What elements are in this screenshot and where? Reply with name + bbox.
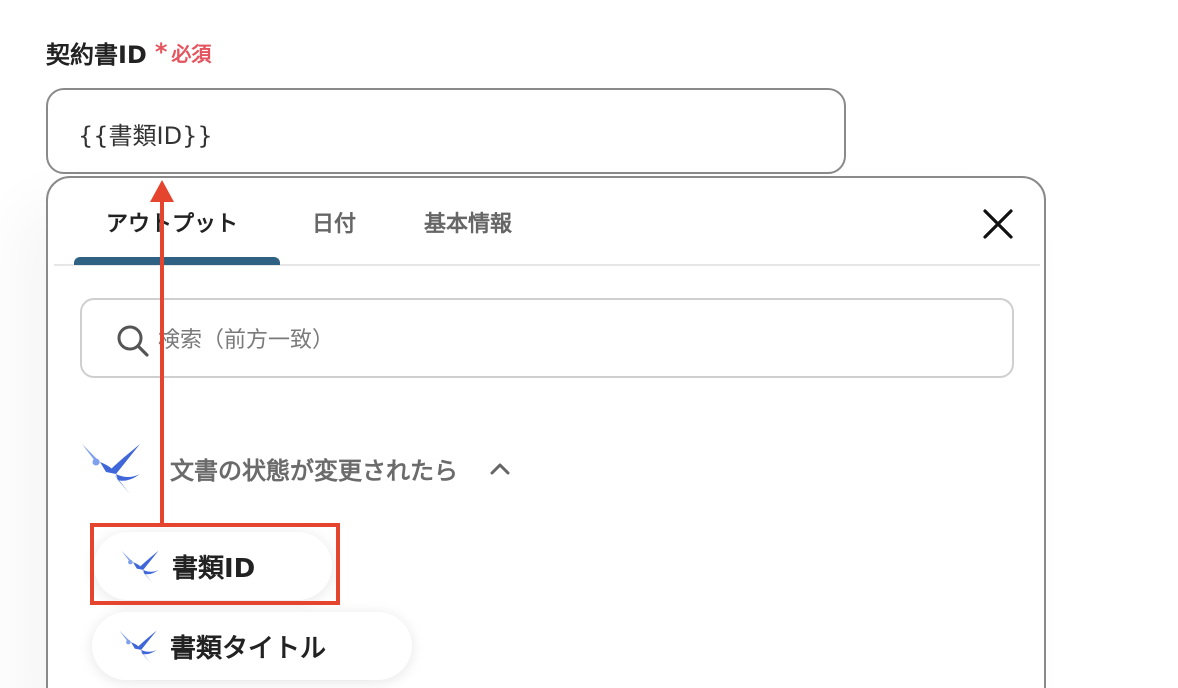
- section-title: 文書の状態が変更されたら: [170, 456, 458, 485]
- output-chip-document-id[interactable]: 書類ID: [94, 532, 332, 600]
- swallow-logo-icon: [121, 550, 159, 583]
- contract-id-input[interactable]: {{書類ID}}: [46, 88, 846, 174]
- search-input[interactable]: [158, 320, 978, 360]
- tab-date[interactable]: 日付: [312, 206, 356, 246]
- required-asterisk: *: [154, 38, 168, 66]
- swallow-logo-icon: [119, 630, 157, 663]
- field-label: 契約書ID * 必須: [46, 34, 211, 70]
- tab-output[interactable]: アウトプット: [106, 206, 238, 246]
- section-header[interactable]: 文書の状態が変更されたら: [80, 440, 512, 496]
- search-box: [80, 298, 1014, 378]
- contract-id-input-value: {{書類ID}}: [78, 122, 213, 150]
- search-icon: [117, 325, 149, 357]
- output-chip-label: 書類タイトル: [170, 633, 327, 664]
- active-tab-indicator: [74, 257, 280, 265]
- output-chip-document-title[interactable]: 書類タイトル: [92, 612, 412, 680]
- swallow-logo-icon: [82, 444, 140, 494]
- output-chip-label: 書類ID: [172, 553, 256, 584]
- close-icon[interactable]: [980, 206, 1016, 242]
- field-label-text: 契約書ID: [46, 40, 147, 69]
- chevron-up-icon[interactable]: [488, 456, 512, 480]
- tab-basic-info[interactable]: 基本情報: [424, 206, 512, 246]
- tab-bar: アウトプット 日付 基本情報: [54, 178, 1040, 266]
- required-badge: 必須: [171, 41, 212, 66]
